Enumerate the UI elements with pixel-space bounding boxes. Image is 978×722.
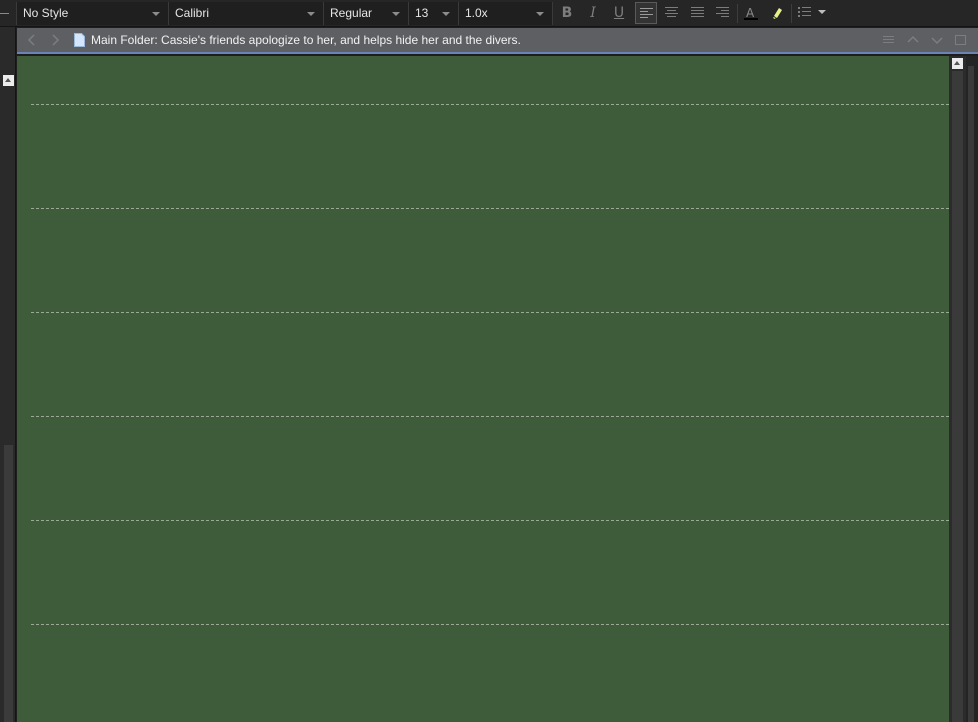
page-rule-line: [31, 104, 949, 105]
chevron-down-icon: [152, 12, 160, 16]
bold-button[interactable]: B: [556, 2, 578, 24]
toolbar-separator: [791, 4, 792, 23]
chevron-down-icon: [442, 12, 450, 16]
toolbar-handle[interactable]: [0, 0, 16, 27]
format-toolbar: No Style Calibri Regular 13 1.0x B I U A: [0, 0, 978, 27]
font-size-dropdown-value: 13: [415, 6, 429, 20]
align-left-button[interactable]: [635, 2, 657, 24]
align-right-icon: [716, 7, 729, 17]
line-spacing-dropdown[interactable]: 1.0x: [458, 2, 553, 25]
page-rule-line: [31, 624, 949, 625]
editor-header-bar: Main Folder: Cassie's friends apologize …: [17, 28, 978, 54]
scrollbar-thumb[interactable]: [952, 71, 963, 722]
page-rule-line: [31, 520, 949, 521]
page-rule-line: [31, 312, 949, 313]
svg-text:A: A: [746, 6, 755, 20]
menu-lines-icon[interactable]: [882, 33, 896, 47]
scrollbar-thumb[interactable]: [968, 66, 974, 722]
chevron-down-icon: [536, 12, 544, 16]
align-center-button[interactable]: [661, 2, 683, 24]
chevron-down-icon[interactable]: [930, 33, 944, 47]
italic-button[interactable]: I: [582, 2, 604, 24]
font-size-dropdown[interactable]: 13: [408, 2, 458, 25]
chevron-down-icon: [392, 12, 400, 16]
page-rule-line: [31, 208, 949, 209]
bullet-list-icon: [798, 7, 826, 17]
style-dropdown[interactable]: No Style: [16, 2, 168, 25]
highlighter-icon: [773, 8, 782, 19]
editor-vertical-scrollbar[interactable]: [949, 56, 966, 722]
text-editor[interactable]: [17, 56, 949, 722]
align-right-button[interactable]: [712, 2, 734, 24]
inspector-collapsed-panel: [966, 56, 978, 722]
style-dropdown-value: No Style: [23, 6, 69, 20]
list-style-button[interactable]: [794, 2, 828, 24]
font-dropdown-value: Calibri: [175, 6, 210, 20]
align-left-icon: [640, 8, 653, 18]
chevron-up-icon[interactable]: [906, 33, 920, 47]
font-weight-dropdown[interactable]: Regular: [323, 2, 408, 25]
align-justify-button[interactable]: [687, 2, 709, 24]
font-dropdown[interactable]: Calibri: [168, 2, 323, 25]
document-icon: [74, 33, 85, 47]
forward-arrow-icon[interactable]: [48, 33, 62, 47]
align-justify-icon: [691, 7, 704, 17]
document-title: Main Folder: Cassie's friends apologize …: [91, 33, 521, 47]
binder-collapsed-panel: [0, 27, 16, 722]
line-spacing-dropdown-value: 1.0x: [465, 6, 488, 20]
highlight-button[interactable]: [766, 2, 788, 24]
toolbar-separator: [737, 4, 738, 23]
text-color-icon: A: [744, 6, 758, 20]
underline-button[interactable]: U: [608, 2, 630, 24]
align-center-icon: [665, 7, 678, 17]
scrollbar-thumb[interactable]: [4, 445, 13, 722]
scroll-up-button[interactable]: [3, 75, 14, 86]
split-editor-icon[interactable]: [954, 33, 968, 47]
text-color-button[interactable]: A: [740, 2, 762, 24]
scroll-up-button[interactable]: [952, 58, 963, 69]
page-rule-line: [31, 416, 949, 417]
back-arrow-icon[interactable]: [25, 33, 39, 47]
font-weight-dropdown-value: Regular: [330, 6, 373, 20]
chevron-down-icon: [307, 12, 315, 16]
